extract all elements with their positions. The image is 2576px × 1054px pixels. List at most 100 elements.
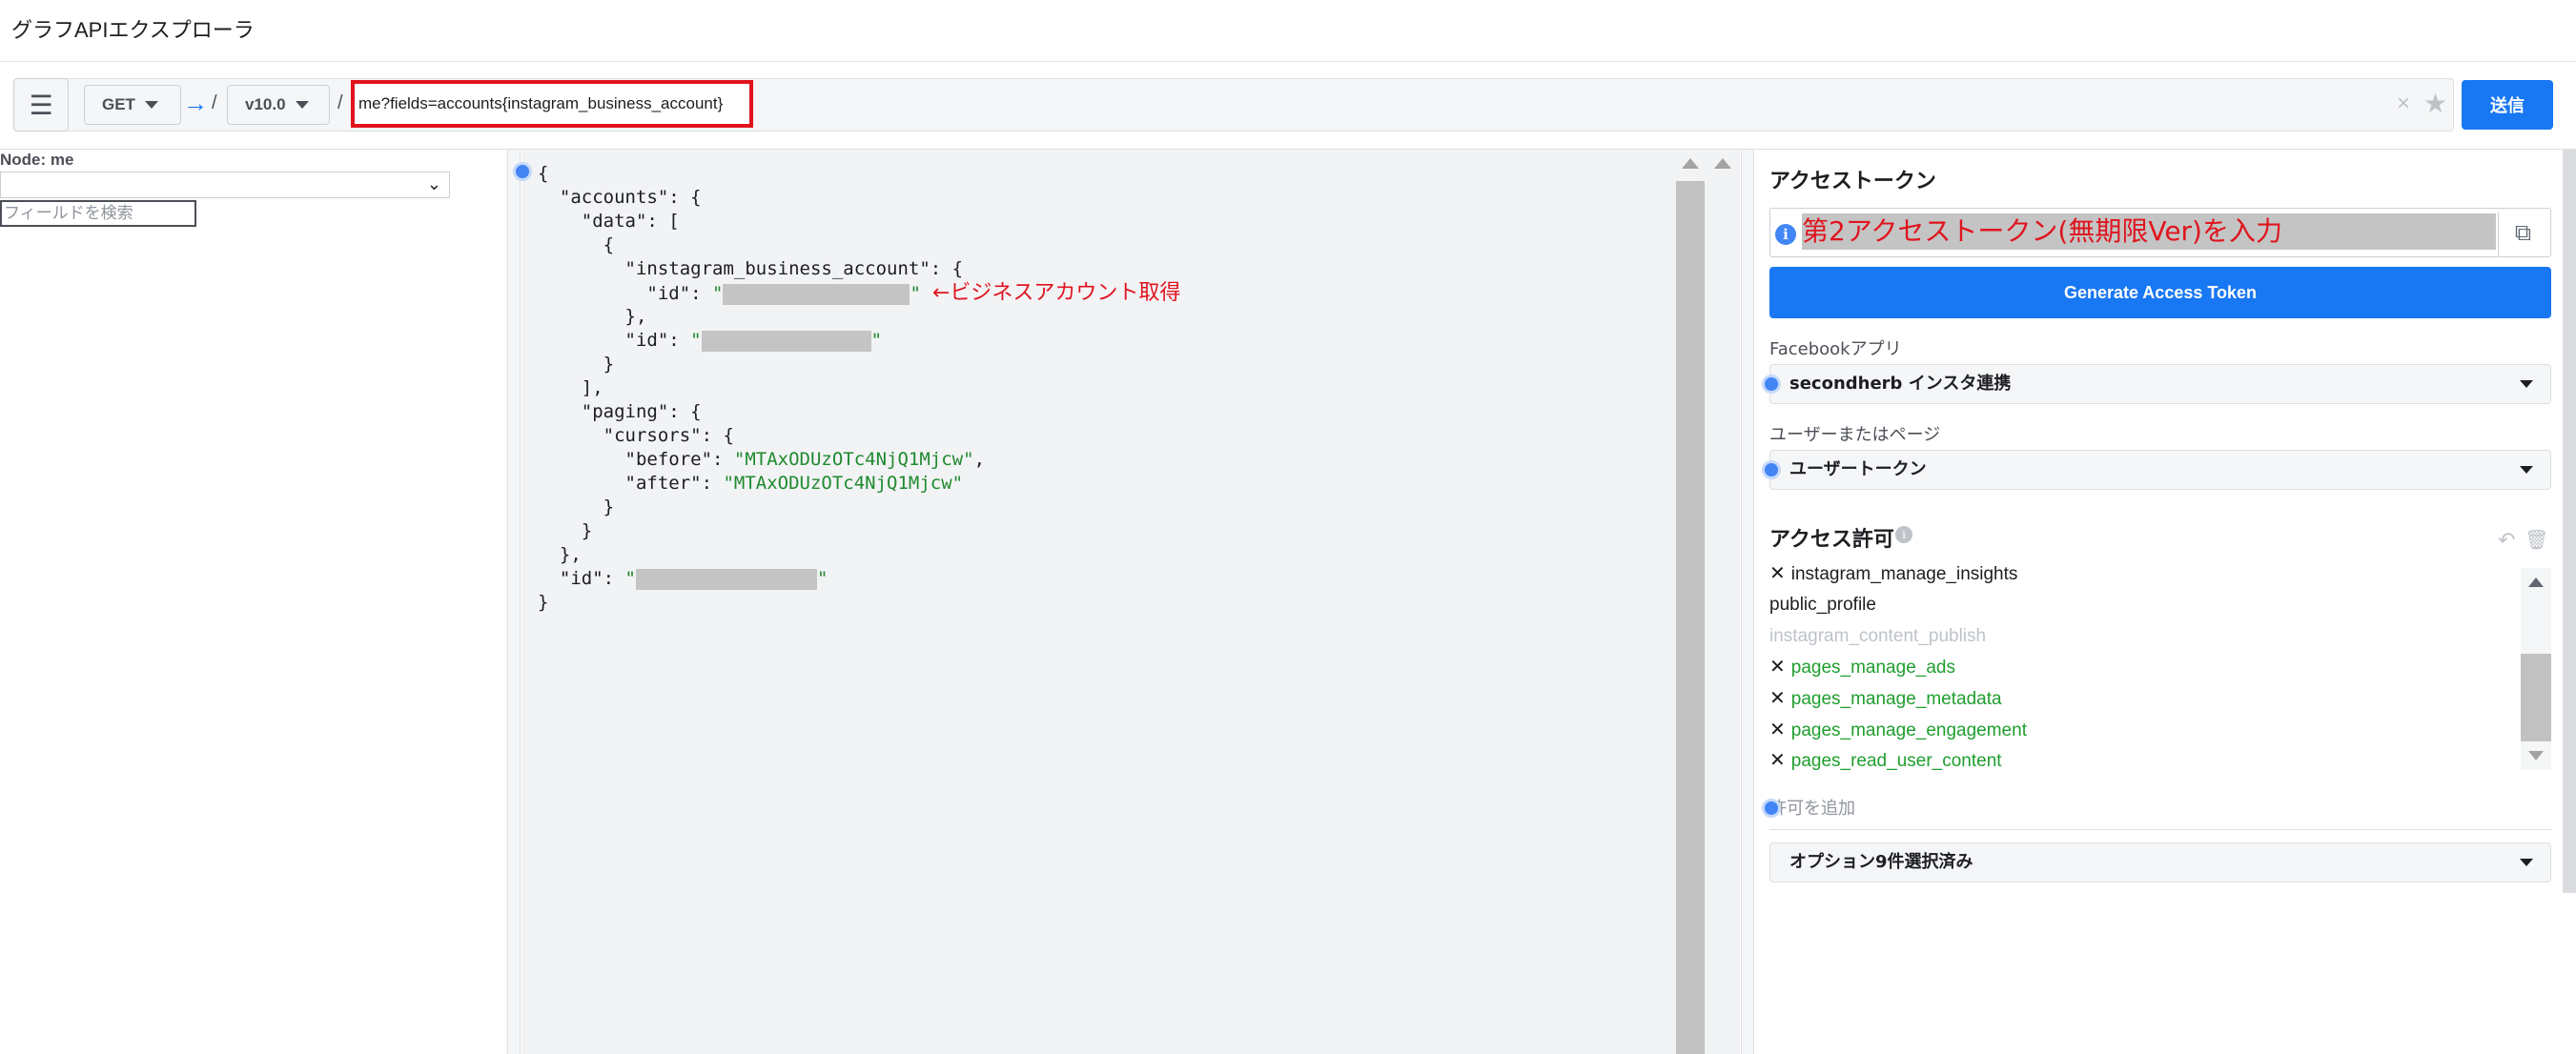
star-icon[interactable]: ★ bbox=[2423, 88, 2447, 119]
scroll-up-icon[interactable] bbox=[1714, 158, 1731, 169]
redacted-value bbox=[701, 330, 871, 352]
permissions-divider bbox=[1769, 829, 2551, 830]
permission-item[interactable]: ✕ pages_manage_engagement bbox=[1769, 717, 2027, 743]
info-icon[interactable]: i bbox=[1775, 224, 1796, 245]
hamburger-menu-icon[interactable]: ☰ bbox=[13, 78, 69, 132]
user-or-page-value: ユーザートークン bbox=[1789, 459, 1927, 479]
json-quote: " bbox=[870, 330, 883, 351]
panel-resize-handle-left[interactable] bbox=[507, 150, 521, 1054]
scroll-down-icon[interactable] bbox=[2528, 751, 2544, 760]
arrow-right-icon: → bbox=[183, 89, 208, 117]
json-line: "paging": { bbox=[538, 401, 702, 422]
header-divider bbox=[0, 61, 2576, 62]
clear-icon[interactable]: × bbox=[2397, 91, 2410, 117]
json-key: "id": bbox=[538, 283, 713, 304]
chevron-down-icon: ⌄ bbox=[426, 174, 441, 193]
json-line: "instagram_business_account": { bbox=[538, 258, 964, 279]
cursor-dot-icon bbox=[1762, 375, 1781, 394]
submit-button[interactable]: 送信 bbox=[2462, 80, 2553, 130]
permission-label: public_profile bbox=[1769, 595, 1876, 615]
json-key: "after": bbox=[538, 473, 724, 494]
options-select[interactable]: オプション9件選択済み bbox=[1769, 842, 2551, 882]
remove-icon[interactable]: ✕ bbox=[1769, 750, 1786, 771]
user-or-page-select[interactable]: ユーザートークン bbox=[1769, 450, 2551, 490]
json-scrollbar[interactable] bbox=[1676, 181, 1705, 1054]
json-line: "id": " " bbox=[538, 567, 828, 591]
json-line: "id": " " ←ビジネスアカウント取得 bbox=[538, 281, 1180, 305]
json-key: "id": bbox=[538, 330, 691, 351]
permission-label: instagram_content_publish bbox=[1769, 626, 1987, 646]
cursor-dot-icon bbox=[1762, 799, 1781, 818]
path-separator: / bbox=[212, 92, 217, 113]
permission-item[interactable]: instagram_content_publish bbox=[1769, 623, 1986, 650]
json-comma: , bbox=[973, 449, 986, 470]
permissions-title: アクセス許可 bbox=[1769, 528, 1894, 552]
json-quote: " bbox=[712, 283, 724, 304]
user-or-page-label: ユーザーまたはページ bbox=[1769, 425, 1941, 445]
json-line: "cursors": { bbox=[538, 425, 734, 446]
field-search-input[interactable]: フィールドを検索 bbox=[0, 200, 196, 227]
path-separator: / bbox=[337, 92, 343, 113]
json-line: "after": "MTAxODUzOTc4NjQ1Mjcw" bbox=[538, 472, 964, 496]
options-value: オプション9件選択済み bbox=[1789, 852, 1973, 872]
permission-label: pages_manage_ads bbox=[1790, 658, 1955, 678]
json-line: "accounts": { bbox=[538, 187, 702, 208]
json-quote: " bbox=[690, 330, 702, 351]
json-line: "before": "MTAxODUzOTc4NjQ1Mjcw", bbox=[538, 448, 986, 472]
json-line: { bbox=[538, 163, 549, 184]
permission-label: instagram_manage_insights bbox=[1790, 564, 2018, 584]
facebook-app-select[interactable]: secondherb インスタ連携 bbox=[1769, 364, 2551, 404]
panel-resize-handle-right[interactable] bbox=[1741, 150, 1754, 1054]
json-line: } bbox=[538, 520, 593, 541]
page-title: グラフAPIエクスプローラ bbox=[11, 18, 255, 42]
access-token-value[interactable]: 第2アクセストークン(無期限Ver)を入力 bbox=[1802, 213, 2496, 250]
caret-down-icon bbox=[295, 101, 309, 109]
permission-label: pages_manage_engagement bbox=[1790, 720, 2027, 740]
remove-icon[interactable]: ✕ bbox=[1769, 688, 1786, 709]
generate-access-token-button[interactable]: Generate Access Token bbox=[1769, 267, 2551, 318]
permission-item[interactable]: public_profile bbox=[1769, 592, 1876, 618]
permission-item[interactable]: ✕ pages_manage_ads bbox=[1769, 654, 1955, 680]
remove-icon[interactable]: ✕ bbox=[1769, 657, 1786, 678]
api-version-select[interactable]: v10.0 bbox=[227, 85, 330, 125]
scroll-up-icon[interactable] bbox=[1682, 158, 1699, 169]
json-line: ], bbox=[538, 377, 603, 398]
copy-icon[interactable]: ⧉ bbox=[2498, 212, 2547, 255]
http-method-value: GET bbox=[102, 95, 135, 113]
json-line: } bbox=[538, 497, 615, 517]
caret-down-icon bbox=[2520, 380, 2533, 388]
node-label: Node: me bbox=[0, 151, 74, 169]
json-line: }, bbox=[538, 544, 582, 565]
redacted-value bbox=[635, 568, 817, 590]
permission-label: pages_read_user_content bbox=[1790, 751, 2002, 771]
json-key: "id": bbox=[538, 568, 625, 589]
permission-label: pages_manage_metadata bbox=[1790, 689, 2002, 709]
scroll-up-icon[interactable] bbox=[2528, 578, 2544, 587]
api-version-value: v10.0 bbox=[245, 95, 286, 113]
add-permission-input[interactable]: 許可を追加 bbox=[1769, 795, 1855, 820]
info-icon[interactable]: i bbox=[1895, 526, 1912, 543]
remove-icon[interactable]: ✕ bbox=[1769, 720, 1786, 740]
redacted-value bbox=[723, 283, 910, 305]
page-scrollbar[interactable] bbox=[2563, 150, 2576, 893]
undo-icon[interactable]: ↶ bbox=[2498, 528, 2515, 553]
remove-icon[interactable]: ✕ bbox=[1769, 563, 1786, 584]
http-method-select[interactable]: GET bbox=[84, 85, 181, 125]
permission-item[interactable]: ✕ instagram_manage_insights bbox=[1769, 560, 2017, 587]
trash-icon[interactable]: 🗑 bbox=[2525, 528, 2548, 552]
cursor-dot-icon bbox=[513, 162, 532, 181]
access-token-title: アクセストークン bbox=[1769, 170, 1936, 193]
facebook-app-value: secondherb インスタ連携 bbox=[1789, 374, 2012, 394]
caret-down-icon bbox=[144, 101, 158, 109]
json-line: { bbox=[538, 234, 615, 255]
graph-query-input[interactable]: me?fields=accounts{instagram_business_ac… bbox=[351, 80, 753, 128]
facebook-app-label: Facebookアプリ bbox=[1769, 339, 1902, 359]
caret-down-icon bbox=[2520, 466, 2533, 474]
permissions-scroll-thumb[interactable] bbox=[2521, 654, 2551, 741]
json-quote: " bbox=[624, 568, 636, 589]
permission-item[interactable]: ✕ pages_read_user_content bbox=[1769, 747, 2002, 774]
json-line: "id": " " bbox=[538, 329, 882, 353]
node-field-select[interactable]: ⌄ bbox=[0, 172, 450, 198]
permission-item[interactable]: ✕ pages_manage_metadata bbox=[1769, 685, 2002, 712]
cursor-dot-icon bbox=[1762, 460, 1781, 479]
